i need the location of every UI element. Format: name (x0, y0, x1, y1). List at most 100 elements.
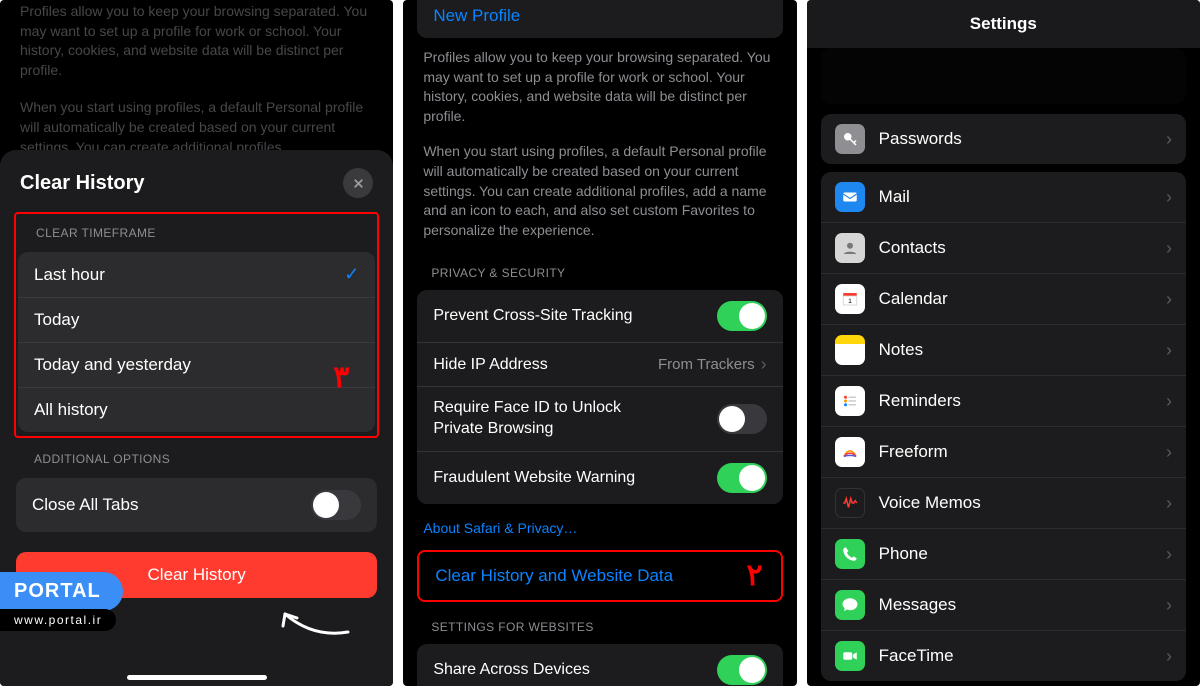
fraud-warning-toggle[interactable] (717, 463, 767, 493)
privacy-list: Prevent Cross-Site Tracking Hide IP Addr… (417, 290, 782, 504)
settings-item-freeform[interactable]: Freeform › (821, 427, 1186, 478)
chevron-right-icon: › (1166, 289, 1172, 310)
option-all-history[interactable]: All history (18, 388, 375, 432)
portal-watermark: PORTAL www.portal.ir (0, 572, 123, 631)
close-icon (352, 177, 365, 190)
profiles-desc-2: When you start using profiles, a default… (403, 138, 796, 252)
about-safari-privacy-link[interactable]: About Safari & Privacy… (403, 510, 796, 546)
home-indicator[interactable] (127, 675, 267, 680)
chevron-right-icon: › (1166, 340, 1172, 361)
item-label: Passwords (879, 129, 962, 149)
svg-text:1: 1 (848, 298, 852, 305)
settings-list-group-1: Passwords › (821, 114, 1186, 164)
settings-item-voice-memos[interactable]: Voice Memos › (821, 478, 1186, 529)
safari-settings-panel: New Profile Profiles allow you to keep y… (403, 0, 796, 686)
item-label: Reminders (879, 391, 961, 411)
share-devices-row[interactable]: Share Across Devices (417, 644, 782, 686)
item-label: Messages (879, 595, 956, 615)
share-devices-toggle[interactable] (717, 655, 767, 685)
clear-history-data-link[interactable]: Clear History and Website Data (419, 552, 780, 600)
sheet-title: Clear History (20, 172, 145, 195)
facetime-icon (835, 641, 865, 671)
clear-history-sheet-panel: Profiles allow you to keep your browsing… (0, 0, 393, 686)
phone-icon (835, 539, 865, 569)
voice-memos-icon (835, 488, 865, 518)
settings-item-contacts[interactable]: Contacts › (821, 223, 1186, 274)
close-all-tabs-toggle[interactable] (311, 490, 361, 520)
option-label: Last hour (34, 265, 105, 285)
annotation-3: ۳ (333, 360, 349, 395)
settings-root-panel: Settings Passwords › Mail › Contacts › (807, 0, 1200, 686)
passwords-icon (835, 124, 865, 154)
settings-item-notes[interactable]: Notes › (821, 325, 1186, 376)
option-label: Today (34, 310, 79, 330)
calendar-icon: 1 (835, 284, 865, 314)
clear-history-red-highlight: Clear History and Website Data ۲ (417, 550, 782, 602)
additional-options-list: Close All Tabs (16, 478, 377, 532)
settings-list-group-2: Mail › Contacts › 1 Calendar › Notes › (821, 172, 1186, 681)
reminders-icon (835, 386, 865, 416)
freeform-icon (835, 437, 865, 467)
close-all-tabs-row[interactable]: Close All Tabs (16, 478, 377, 532)
messages-icon (835, 590, 865, 620)
settings-item-calendar[interactable]: 1 Calendar › (821, 274, 1186, 325)
arrow-icon (273, 600, 353, 640)
chevron-right-icon: › (1166, 442, 1172, 463)
fraud-warning-row[interactable]: Fraudulent Website Warning (417, 452, 782, 504)
additional-options-label: ADDITIONAL OPTIONS (0, 438, 393, 472)
prevent-tracking-row[interactable]: Prevent Cross-Site Tracking (417, 290, 782, 343)
chevron-right-icon: › (1166, 238, 1172, 259)
portal-url: www.portal.ir (0, 609, 116, 631)
chevron-right-icon: › (1166, 544, 1172, 565)
timeframe-red-highlight: CLEAR TIMEFRAME Last hour ✓ Today Today … (14, 212, 379, 438)
chevron-right-icon: › (1166, 391, 1172, 412)
contacts-icon (835, 233, 865, 263)
annotation-2: ۲ (747, 558, 763, 593)
websites-list: Share Across Devices (417, 644, 782, 686)
profiles-desc-1: Profiles allow you to keep your browsing… (403, 44, 796, 138)
settings-title: Settings (807, 0, 1200, 48)
settings-item-messages[interactable]: Messages › (821, 580, 1186, 631)
chevron-right-icon: › (1166, 187, 1172, 208)
notes-icon (835, 335, 865, 365)
checkmark-icon: ✓ (344, 264, 359, 285)
settings-item-phone[interactable]: Phone › (821, 529, 1186, 580)
profiles-description-1: Profiles allow you to keep your browsing… (0, 2, 393, 80)
item-label: Notes (879, 340, 923, 360)
hide-ip-label: Hide IP Address (433, 356, 547, 374)
share-devices-label: Share Across Devices (433, 661, 590, 679)
option-last-hour[interactable]: Last hour ✓ (18, 252, 375, 298)
option-today[interactable]: Today (18, 298, 375, 343)
portal-logo-text: PORTAL (0, 572, 123, 611)
profiles-description-2: When you start using profiles, a default… (0, 98, 393, 157)
item-label: Mail (879, 187, 910, 207)
settings-item-reminders[interactable]: Reminders › (821, 376, 1186, 427)
obscured-row (821, 48, 1186, 104)
close-button[interactable] (343, 168, 373, 198)
privacy-security-header: PRIVACY & SECURITY (403, 252, 796, 284)
require-faceid-label: Require Face ID to Unlock Private Browsi… (433, 398, 663, 440)
settings-websites-header: SETTINGS FOR WEBSITES (403, 606, 796, 638)
chevron-right-icon: › (1166, 646, 1172, 667)
option-label: Today and yesterday (34, 355, 191, 375)
timeframe-list: Last hour ✓ Today Today and yesterday Al… (18, 252, 375, 432)
item-label: Contacts (879, 238, 946, 258)
require-faceid-toggle[interactable] (717, 404, 767, 434)
hide-ip-row[interactable]: Hide IP Address From Trackers › (417, 343, 782, 387)
settings-item-facetime[interactable]: FaceTime › (821, 631, 1186, 681)
timeframe-label: CLEAR TIMEFRAME (16, 220, 377, 246)
settings-item-mail[interactable]: Mail › (821, 172, 1186, 223)
hide-ip-value: From Trackers (658, 356, 755, 373)
item-label: FaceTime (879, 646, 954, 666)
option-today-yesterday[interactable]: Today and yesterday (18, 343, 375, 388)
close-all-tabs-label: Close All Tabs (32, 495, 138, 515)
clear-history-label: Clear History (148, 565, 246, 584)
new-profile-link[interactable]: New Profile (417, 0, 782, 38)
mail-icon (835, 182, 865, 212)
chevron-right-icon: › (1166, 129, 1172, 150)
chevron-right-icon: › (1166, 493, 1172, 514)
item-label: Calendar (879, 289, 948, 309)
require-faceid-row[interactable]: Require Face ID to Unlock Private Browsi… (417, 387, 782, 452)
prevent-tracking-toggle[interactable] (717, 301, 767, 331)
settings-item-passwords[interactable]: Passwords › (821, 114, 1186, 164)
